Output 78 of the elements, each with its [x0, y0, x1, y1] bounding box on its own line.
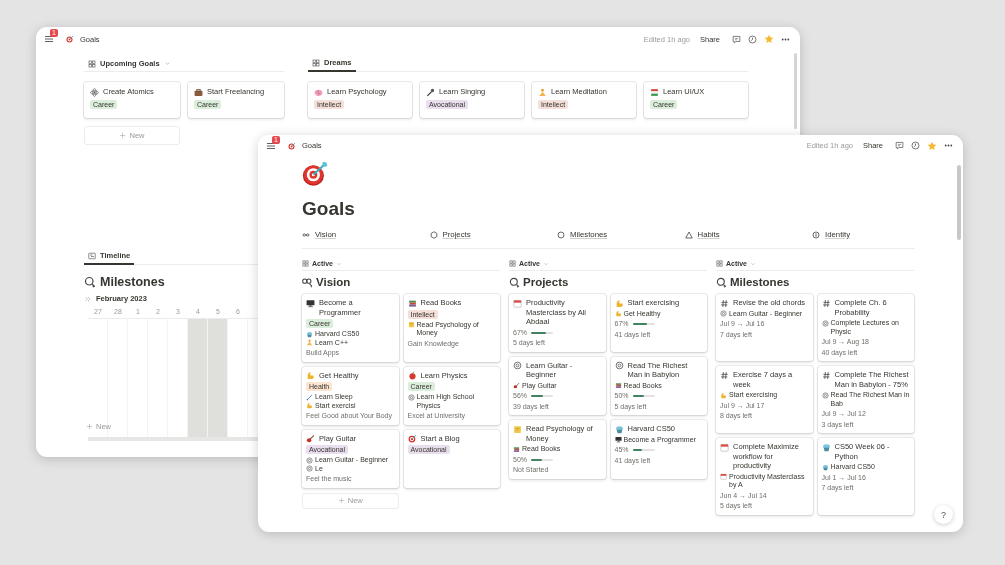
clock-icon[interactable] — [911, 141, 920, 150]
grid-icon — [716, 260, 723, 267]
speech-bubble-icon[interactable] — [895, 141, 904, 150]
dart-icon — [66, 35, 74, 43]
cupcake-icon — [614, 424, 624, 434]
menu-icon[interactable] — [266, 140, 276, 151]
grid-icon — [509, 260, 516, 267]
ring-icon — [513, 361, 522, 370]
menu-icon[interactable] — [44, 34, 54, 44]
calendar-icon — [720, 473, 727, 480]
monitor-icon — [614, 436, 622, 443]
ring-icon — [821, 391, 829, 399]
hash-icon — [821, 370, 831, 380]
plus-icon — [337, 497, 345, 504]
caret-icon — [336, 260, 342, 267]
help-button[interactable]: ? — [934, 505, 953, 524]
ring-icon — [407, 393, 415, 401]
note-icon — [407, 321, 415, 328]
guitar-icon — [513, 382, 520, 389]
search-loop-icon — [84, 276, 96, 288]
books-icon — [513, 445, 520, 453]
section-heading: Vision — [316, 276, 351, 288]
note-icon — [513, 424, 522, 434]
speech-bubble-icon[interactable] — [732, 34, 741, 44]
brain-icon — [314, 87, 323, 97]
timeline-icon — [88, 251, 96, 260]
arm-icon — [306, 402, 313, 409]
hash-icon — [720, 370, 729, 380]
calendar-icon — [720, 442, 729, 452]
cupcake-icon — [821, 442, 831, 452]
dart-icon — [407, 434, 417, 443]
grid-icon — [88, 59, 96, 68]
grid-icon — [312, 58, 320, 67]
hash-icon — [821, 298, 831, 308]
syringe-icon — [306, 393, 313, 401]
infinity-icon — [302, 230, 310, 239]
circled-bar-icon — [812, 230, 820, 239]
ring-icon — [614, 361, 624, 370]
books-icon — [614, 382, 622, 389]
briefcase-icon — [194, 87, 203, 97]
atom-icon — [90, 87, 99, 97]
arm-icon — [720, 391, 727, 399]
ring-icon — [720, 310, 727, 317]
cupcake-icon — [306, 330, 313, 338]
books-icon — [407, 298, 417, 308]
section-heading: Milestones — [730, 276, 790, 288]
ring-icon — [821, 319, 829, 327]
person-icon — [538, 87, 547, 97]
double-loop-icon — [302, 276, 313, 288]
clock-icon[interactable] — [748, 34, 757, 44]
caret-icon — [543, 260, 549, 267]
monitor-icon — [306, 298, 315, 308]
calendar-icon — [513, 298, 522, 308]
hexagon-icon — [429, 230, 438, 239]
hash-icon — [720, 298, 729, 308]
grid-icon — [302, 260, 309, 267]
dart-target-icon — [302, 159, 330, 187]
apple-icon — [407, 371, 417, 380]
person-icon — [306, 339, 313, 346]
plus-icon — [119, 132, 127, 139]
star-icon[interactable] — [927, 140, 937, 151]
star-icon[interactable] — [764, 34, 774, 44]
search-loop-icon — [716, 276, 727, 288]
mic-icon — [426, 87, 435, 97]
triangle-icon — [684, 230, 693, 239]
section-heading: Projects — [523, 276, 569, 288]
search-loop-icon — [509, 276, 520, 288]
caret-icon — [163, 60, 171, 67]
plus-icon — [86, 423, 93, 430]
cupcake-icon — [821, 463, 829, 471]
caret-icon — [750, 260, 756, 267]
page-title: Goals — [302, 197, 356, 220]
arm-icon — [306, 371, 315, 380]
dart-icon — [288, 141, 296, 150]
section-heading: Milestones — [100, 275, 165, 289]
circle-icon — [557, 230, 565, 239]
guitar-icon — [306, 434, 315, 443]
flag-icon — [650, 87, 659, 97]
